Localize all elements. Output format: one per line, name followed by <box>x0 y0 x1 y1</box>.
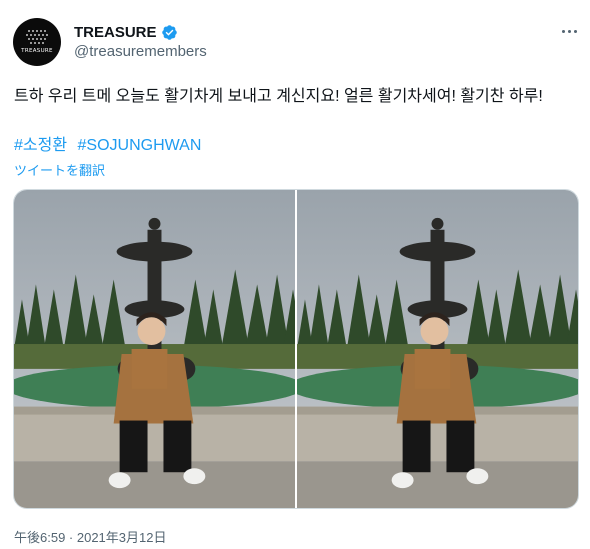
photo-2[interactable] <box>297 190 578 508</box>
media-grid <box>13 189 579 509</box>
more-options-icon[interactable] <box>556 22 582 40</box>
photo-1[interactable] <box>14 190 295 508</box>
tweet-text: 트하 우리 트메 오늘도 활기차게 보내고 계신지요! 얼른 활기차세여! 활기… <box>14 88 543 105</box>
dot <box>573 29 577 33</box>
avatar[interactable]: TREASURE <box>13 18 61 66</box>
author-display-name[interactable]: TREASURE <box>74 24 157 41</box>
tweet-hashtags: #소정환 #SOJUNGHWAN <box>14 134 207 157</box>
photo-1-image <box>14 190 295 508</box>
dot <box>561 29 565 33</box>
tweet-card: TREASURE TREASURE @treasuremembers 트하 우리… <box>0 0 590 549</box>
avatar-logo-text: TREASURE <box>21 48 53 54</box>
verified-badge-icon <box>161 24 177 40</box>
author-handle[interactable]: @treasuremembers <box>74 43 207 60</box>
dot <box>567 29 571 33</box>
hashtag-link[interactable]: #SOJUNGHWAN <box>78 137 202 154</box>
author-name-row: TREASURE <box>74 22 178 42</box>
translate-tweet-link[interactable]: ツイートを翻訳 <box>14 160 105 179</box>
tweet-timestamp[interactable]: 午後6:59 · 2021年3月12日 <box>14 527 166 546</box>
photo-2-image <box>297 190 578 508</box>
treasure-logo-icon <box>26 30 48 44</box>
hashtag-link[interactable]: #소정환 <box>14 137 67 154</box>
